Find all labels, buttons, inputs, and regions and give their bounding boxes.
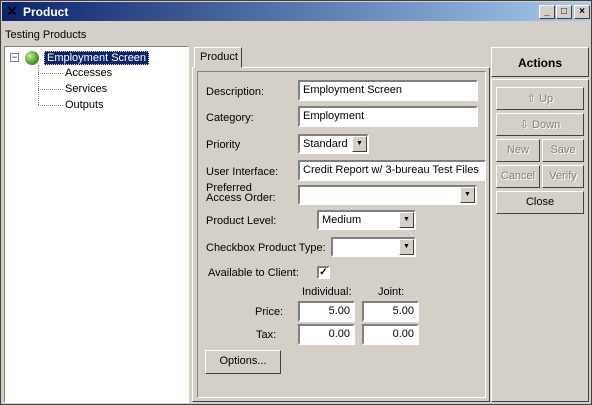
tax-joint-field[interactable]: 0.00 [362,324,419,345]
product-level-label: Product Level: [206,215,277,227]
chevron-down-icon[interactable]: ▼ [399,239,414,255]
description-field[interactable]: Employment Screen [298,80,478,101]
close-button[interactable]: Close [496,191,584,214]
arrow-down-icon: ⇩ [519,119,530,131]
window-title: Product [23,5,69,19]
price-individual-field[interactable]: 5.00 [298,301,355,322]
arrow-up-icon: ⇧ [526,93,537,105]
tree-connector [38,105,63,106]
individual-header: Individual: [302,286,352,298]
down-button-label: Down [532,119,561,131]
up-button-label: Up [539,93,554,105]
maximize-button[interactable]: □ [556,5,572,19]
priority-select[interactable]: Standard ▼ [298,134,369,154]
actions-title: Actions [491,47,589,77]
new-button[interactable]: New [496,139,540,162]
checkbox-product-type-select[interactable]: ▼ [331,237,416,257]
preferred-access-order-select[interactable]: ▼ [298,185,477,205]
product-window: ✕ Product _ □ × Testing Products − Emplo… [0,0,592,405]
cancel-button[interactable]: Cancel [496,165,540,188]
tree-item-accesses[interactable]: Accesses [65,67,112,79]
tree-connector [38,65,39,105]
x-icon: ✕ [6,3,18,19]
verify-button[interactable]: Verify [542,165,584,188]
description-label: Description: [206,86,265,98]
tree-item-outputs[interactable]: Outputs [65,99,104,111]
available-to-client-checkbox[interactable]: ✓ [317,266,330,279]
priority-label: Priority [206,139,241,151]
title-bar[interactable]: ✕ Product _ □ × [2,2,590,21]
down-button[interactable]: ⇩ Down [496,113,584,136]
collapse-toggle-icon[interactable]: − [10,53,19,62]
preferred-access-order-label: Preferred Access Order: [206,183,276,204]
category-field[interactable]: Employment [298,106,478,127]
product-level-value: Medium [322,214,362,226]
user-interface-label: User Interface: [206,166,279,178]
available-to-client-label: Available to Client: [208,267,299,279]
chevron-down-icon[interactable]: ▼ [399,212,414,228]
window-subtitle: Testing Products [5,29,87,41]
user-interface-field[interactable]: Credit Report w/ 3-bureau Test Files [298,160,486,181]
options-button[interactable]: Options... [205,350,281,374]
tree-item-employment-screen[interactable]: Employment Screen [44,51,150,65]
product-level-select[interactable]: Medium ▼ [317,210,416,230]
tree-item-services[interactable]: Services [65,83,107,95]
up-button[interactable]: ⇧ Up [496,87,584,110]
save-button[interactable]: Save [542,139,584,162]
chevron-down-icon[interactable]: ▼ [352,136,367,152]
tree-connector [38,89,63,90]
checkbox-product-type-label: Checkbox Product Type: [206,242,326,254]
globe-icon [25,51,39,65]
priority-value: Standard [303,138,348,150]
close-window-button[interactable]: × [574,5,590,19]
price-label: Price: [255,306,284,318]
preferred-access-order-label-line2: Access Order: [206,192,276,204]
category-label: Category: [206,112,254,124]
price-joint-field[interactable]: 5.00 [362,301,419,322]
tax-label: Tax: [256,329,277,341]
minimize-button[interactable]: _ [539,5,555,19]
joint-header: Joint: [378,286,405,298]
tab-product[interactable]: Product [194,47,242,68]
product-tree[interactable]: − Employment Screen Accesses Services Ou… [4,46,189,403]
tax-individual-field[interactable]: 0.00 [298,324,355,345]
tree-connector [38,73,63,74]
chevron-down-icon[interactable]: ▼ [460,187,475,203]
